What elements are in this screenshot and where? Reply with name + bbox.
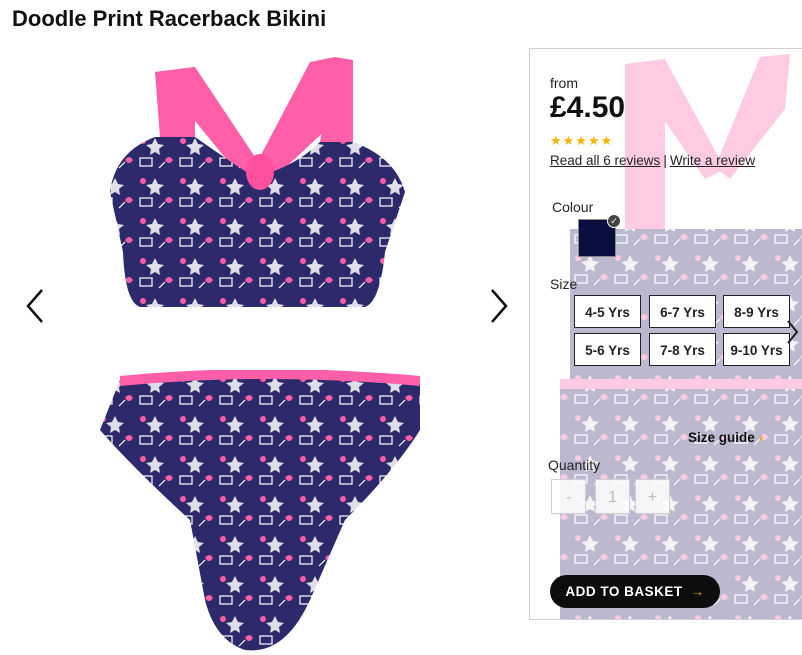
read-reviews-link[interactable]: Read all 6 reviews: [550, 153, 660, 168]
product-details-panel: from £4.50 ★★★★★ Read all 6 reviews | Writ…: [529, 48, 802, 620]
chevron-right-icon: [787, 320, 799, 344]
bikini-bottom-image: [100, 370, 420, 651]
gallery-next-button[interactable]: [482, 286, 516, 326]
price-prefix: from: [550, 75, 578, 91]
quantity-decrease-button[interactable]: -: [551, 479, 586, 514]
reviews-row: Read all 6 reviews | Write a review: [550, 153, 755, 168]
size-button-8-9[interactable]: 8-9 Yrs: [723, 295, 790, 328]
colour-label: Colour: [552, 199, 594, 215]
gallery-prev-button[interactable]: [18, 286, 52, 326]
rating-stars: ★★★★★: [550, 133, 614, 148]
size-next-button[interactable]: [783, 317, 801, 347]
product-image: [95, 52, 435, 651]
reviews-separator: |: [663, 153, 667, 168]
product-title: Doodle Print Racerback Bikini: [12, 6, 327, 31]
size-guide-link[interactable]: Size guide ›: [688, 430, 763, 445]
bikini-top-image: [110, 57, 405, 307]
price: £4.50: [550, 91, 626, 124]
arrow-right-icon: →: [690, 584, 705, 599]
size-guide-label: Size guide: [688, 430, 755, 445]
add-to-basket-label: ADD TO BASKET: [565, 584, 683, 599]
quantity-increase-button[interactable]: +: [635, 479, 670, 514]
size-label: Size: [550, 276, 578, 292]
size-button-5-6[interactable]: 5-6 Yrs: [574, 333, 641, 366]
write-review-link[interactable]: Write a review: [670, 153, 755, 168]
chevron-left-icon: [26, 289, 43, 323]
chevron-right-icon: [491, 289, 508, 323]
add-to-basket-button[interactable]: ADD TO BASKET →: [550, 575, 720, 608]
size-button-9-10[interactable]: 9-10 Yrs: [723, 333, 790, 366]
quantity-label: Quantity: [548, 457, 601, 473]
check-icon: ✓: [607, 214, 621, 228]
size-button-7-8[interactable]: 7-8 Yrs: [649, 333, 716, 366]
size-button-6-7[interactable]: 6-7 Yrs: [649, 295, 716, 328]
colour-swatch-navy[interactable]: ✓: [578, 214, 621, 257]
chevron-right-icon: ›: [758, 430, 764, 445]
size-button-4-5[interactable]: 4-5 Yrs: [574, 295, 641, 328]
quantity-input[interactable]: 1: [595, 479, 630, 514]
